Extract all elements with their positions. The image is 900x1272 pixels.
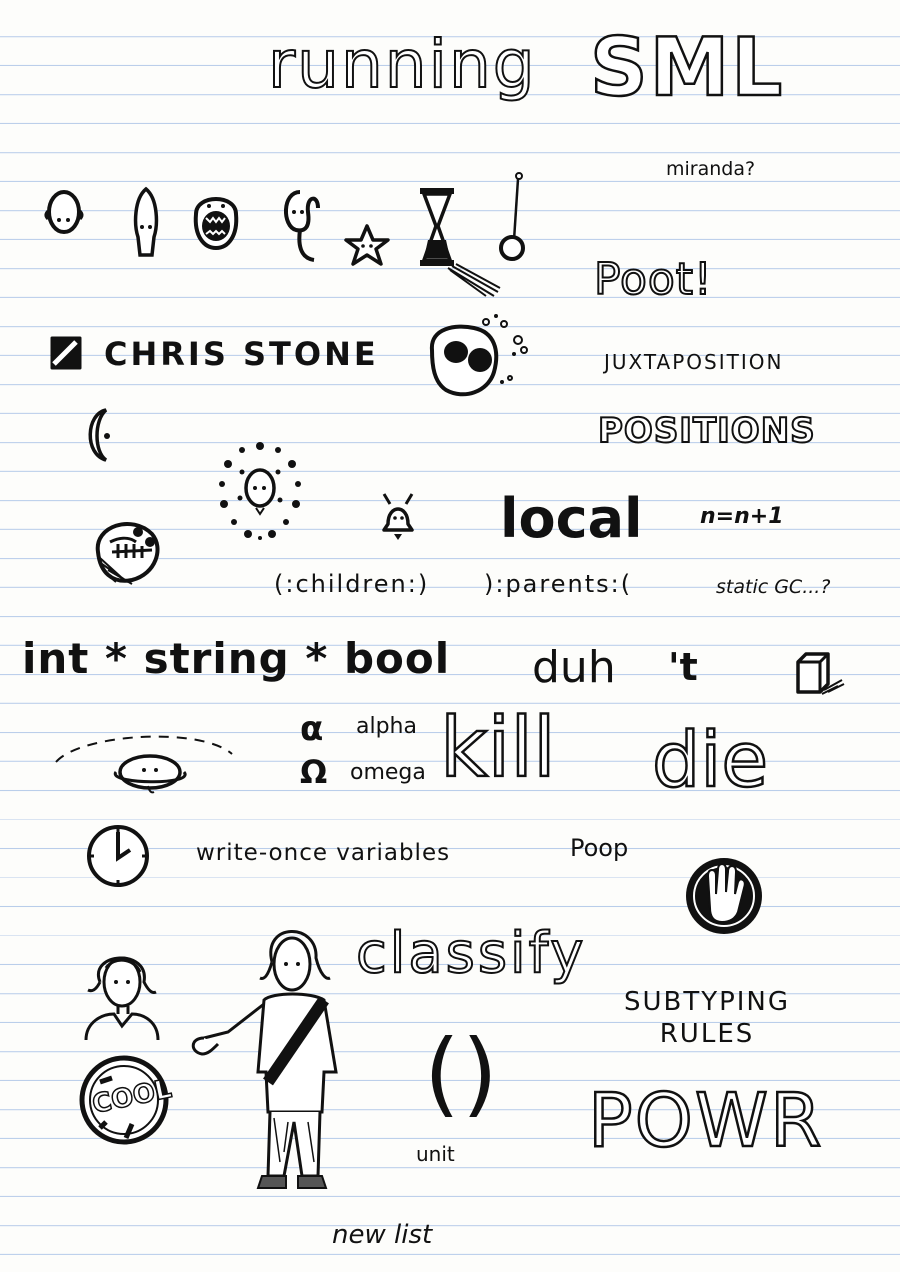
title-running: running	[267, 26, 537, 103]
omega-text: omega	[350, 760, 426, 785]
stop-hand-icon	[686, 858, 762, 934]
hourglass-icon	[420, 188, 502, 300]
name-marker-icon	[46, 334, 86, 372]
sun-face-icon	[219, 442, 301, 540]
chris-stone-text: CHRIS STONE	[104, 335, 379, 373]
poot-text: Poot!	[593, 254, 713, 305]
juxtaposition-text: JUXTAPOSITION	[604, 350, 784, 374]
children-text: (:children:)	[274, 570, 430, 598]
clock-icon	[84, 820, 152, 890]
write-once-text: write-once variables	[196, 840, 451, 866]
mushroom-head-icon	[126, 185, 166, 261]
person-bust-icon	[78, 942, 166, 1042]
unit-text: unit	[416, 1142, 455, 1166]
squiggle-creature-icon	[278, 186, 330, 268]
die-text: die	[651, 715, 770, 804]
crescent-moon-icon	[80, 406, 110, 464]
saturn-face-icon	[50, 714, 240, 800]
unit-parens-text: ()	[424, 1020, 500, 1127]
standing-person-icon	[188, 922, 358, 1192]
title-sml: SML	[589, 21, 785, 114]
tick-t-text: 't	[668, 645, 698, 689]
static-gc-text: static GC...?	[716, 576, 831, 598]
helmet-head-icon	[88, 512, 168, 588]
screaming-face-icon	[188, 186, 244, 252]
skull-icon	[424, 314, 534, 402]
classify-text: classify	[355, 921, 587, 986]
pendulum-icon	[494, 168, 534, 266]
new-list-text: new list	[332, 1220, 433, 1250]
duh-text: duh	[532, 642, 616, 693]
star-face-icon	[343, 222, 391, 268]
cube-icon	[794, 650, 846, 698]
alpha-symbol: α	[300, 709, 324, 749]
omega-symbol: Ω	[300, 753, 328, 791]
bell-icon	[376, 488, 420, 540]
positions-text: POSITIONS	[597, 411, 816, 451]
local-text: local	[500, 487, 643, 550]
kill-text: kill	[439, 701, 557, 796]
miranda-text: miranda?	[666, 158, 756, 180]
poop-text: Poop	[570, 834, 629, 862]
increment-text: n=n+1	[700, 504, 784, 529]
powr-text: POWR	[587, 1078, 824, 1164]
tuple-type-text: int * string * bool	[22, 634, 451, 683]
parents-text: ):parents:(	[484, 570, 633, 598]
alpha-text: alpha	[356, 714, 417, 739]
subtyping-rules-text: SUBTYPING RULES	[623, 987, 791, 1049]
bald-head-icon	[44, 185, 84, 245]
